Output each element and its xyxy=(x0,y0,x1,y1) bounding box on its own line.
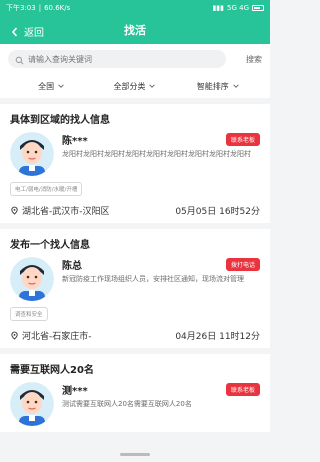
job-description: 测试需要互联网人20名需要互联网人20名 xyxy=(62,400,192,408)
datetime: 05月05日 16时52分 xyxy=(175,207,260,217)
job-description: 新冠防疫工作现场组织人员，安排社区通知，现场流对管理 xyxy=(62,275,244,283)
card-info: 陈*** 联系老板 龙阳村龙阳村龙阳村龙阳村龙阳村龙阳村龙阳村龙阳村龙阳村 xyxy=(62,132,260,176)
filter-category-label: 全部分类 xyxy=(113,81,146,91)
contact-name: 陈*** xyxy=(62,136,88,147)
signals-text: 5G 4G xyxy=(227,4,249,12)
search-field[interactable] xyxy=(8,50,226,68)
job-card[interactable]: 发布一个找人信息 陈总 拨打电话 新冠防疫工作现场组织人员，安排社区通知，现场流… xyxy=(0,229,270,348)
filter-region[interactable]: 全国 xyxy=(10,81,93,92)
status-bar: 下午3:03 | 60.6K/s ▮▮▮ 5G 4G xyxy=(0,0,270,16)
page-title: 找活 xyxy=(124,24,146,37)
search-input[interactable] xyxy=(24,54,219,64)
header: 下午3:03 | 60.6K/s ▮▮▮ 5G 4G 返回 找活 xyxy=(0,0,270,44)
contact-name: 测*** xyxy=(62,386,88,397)
signal-icon: ▮▮▮ xyxy=(212,4,225,12)
location-text: 湖北省-武汉市-汉阳区 xyxy=(22,207,110,217)
chevron-left-icon xyxy=(11,26,18,37)
status-speed: 60.6K/s xyxy=(44,4,71,12)
location: 湖北省-武汉市-汉阳区 xyxy=(10,204,110,217)
card-row: 测*** 联系老板 测试需要互联网人20名需要互联网人20名 xyxy=(10,382,260,426)
status-right: ▮▮▮ 5G 4G xyxy=(212,4,264,12)
tags: 调查和安全 xyxy=(10,307,260,321)
avatar xyxy=(10,132,54,176)
card-info: 测*** 联系老板 测试需要互联网人20名需要互联网人20名 xyxy=(62,382,260,426)
call-button[interactable]: 拨打电话 xyxy=(225,258,260,271)
contact-button[interactable]: 联系老板 xyxy=(225,133,260,146)
filter-region-label: 全国 xyxy=(38,81,55,91)
datetime: 04月26日 11时12分 xyxy=(175,332,260,342)
filter-category[interactable]: 全部分类 xyxy=(93,81,176,92)
avatar xyxy=(10,382,54,426)
chevron-down-icon xyxy=(58,84,64,88)
contact-name: 陈总 xyxy=(62,261,82,272)
battery-icon xyxy=(252,5,264,11)
status-time: 下午3:03 xyxy=(6,4,36,12)
tags: 电工/弱电/消防/水暖/开槽 xyxy=(10,182,260,196)
filter-sort-label: 智能排序 xyxy=(196,81,229,91)
back-button[interactable]: 返回 xyxy=(10,24,44,39)
back-label: 返回 xyxy=(24,28,44,39)
search-icon xyxy=(15,50,24,69)
card-info: 陈总 拨打电话 新冠防疫工作现场组织人员，安排社区通知，现场流对管理 xyxy=(62,257,260,301)
filter-bar: 全国 全部分类 智能排序 xyxy=(0,74,270,98)
card-title: 需要互联网人20名 xyxy=(10,365,94,376)
job-description: 龙阳村龙阳村龙阳村龙阳村龙阳村龙阳村龙阳村龙阳村龙阳村 xyxy=(62,150,251,158)
card-title: 具体到区域的找人信息 xyxy=(10,115,110,126)
nav-bar: 返回 找活 xyxy=(0,16,270,44)
contact-button[interactable]: 联系老板 xyxy=(225,383,260,396)
avatar xyxy=(10,257,54,301)
chevron-down-icon xyxy=(149,84,156,88)
filter-sort[interactable]: 智能排序 xyxy=(177,81,260,92)
home-indicator xyxy=(120,453,150,456)
name-bar: 陈*** 联系老板 xyxy=(62,132,260,147)
job-card[interactable]: 需要互联网人20名 测*** 联系老板 测试需要互联网人20名需要互联网人20名 xyxy=(0,354,270,432)
card-row: 陈*** 联系老板 龙阳村龙阳村龙阳村龙阳村龙阳村龙阳村龙阳村龙阳村龙阳村 xyxy=(10,132,260,176)
meta-row: 河北省-石家庄市- 04月26日 11时12分 xyxy=(10,329,260,342)
chevron-down-icon xyxy=(233,84,239,88)
search-button[interactable]: 搜索 xyxy=(234,54,262,65)
location: 河北省-石家庄市- xyxy=(10,329,92,342)
location-pin-icon xyxy=(11,331,18,340)
meta-row: 湖北省-武汉市-汉阳区 05月05日 16时52分 xyxy=(10,204,260,217)
location-text: 河北省-石家庄市- xyxy=(22,332,92,342)
name-bar: 测*** 联系老板 xyxy=(62,382,260,397)
tag: 调查和安全 xyxy=(10,307,48,321)
search-bar: 搜索 xyxy=(0,44,270,74)
job-card[interactable]: 具体到区域的找人信息 陈*** 联系老板 龙阳村龙阳村龙阳村龙阳村龙阳村龙阳村龙… xyxy=(0,104,270,223)
name-bar: 陈总 拨打电话 xyxy=(62,257,260,272)
tag: 电工/弱电/消防/水暖/开槽 xyxy=(10,182,83,196)
location-pin-icon xyxy=(11,206,18,215)
card-title: 发布一个找人信息 xyxy=(10,240,90,251)
card-row: 陈总 拨打电话 新冠防疫工作现场组织人员，安排社区通知，现场流对管理 xyxy=(10,257,260,301)
